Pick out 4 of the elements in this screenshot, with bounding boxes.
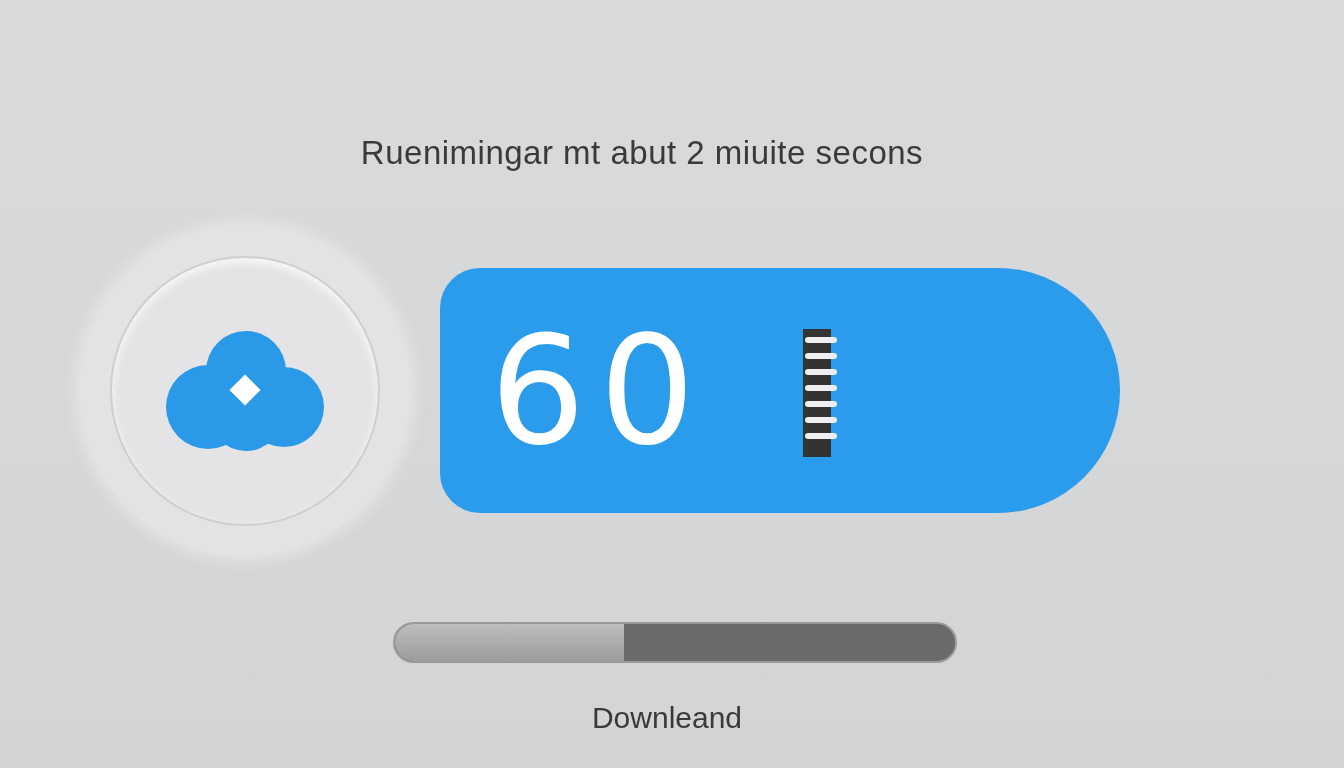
cloud-icon: [164, 328, 326, 453]
download-label: Downleand: [591, 699, 743, 736]
status-text: Ruenimingar mt abut 2 miuite secons: [360, 133, 924, 173]
timer-value: 60: [490, 315, 709, 466]
